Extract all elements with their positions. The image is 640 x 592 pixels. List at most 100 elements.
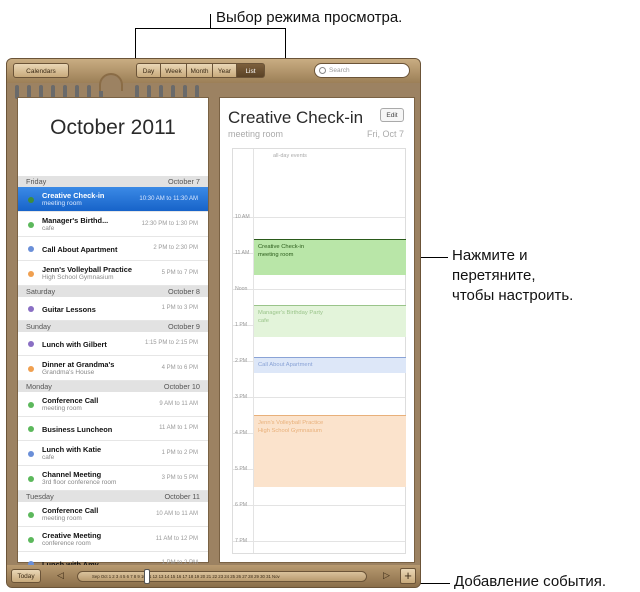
event-time: 1:15 PM to 2:15 PM bbox=[144, 340, 198, 346]
view-mode-switcher: Day Week Month Year List bbox=[136, 63, 265, 78]
calendar-color-dot bbox=[28, 306, 34, 312]
callout-drag-line1: Нажмите и bbox=[452, 247, 528, 264]
list-item[interactable]: Creative Meeting conference room 11 AM to … bbox=[18, 527, 208, 552]
event-block[interactable]: Jenn's Volleyball Practice High School Gy… bbox=[254, 415, 406, 487]
calendar-color-dot bbox=[28, 365, 34, 372]
date-scrubber[interactable]: Sep Oct 1 2 3 4 5 6 7 8 9 10 11 12 13 14… bbox=[77, 571, 367, 582]
list-item[interactable]: Creative Check-in meeting room 10:30 AM to… bbox=[18, 187, 208, 212]
calendar-color-dot bbox=[28, 270, 34, 277]
day-header: Friday October 7 bbox=[18, 176, 208, 187]
event-time: 11 AM to 1 PM bbox=[159, 425, 198, 431]
calendar-color-dot bbox=[28, 196, 34, 203]
day-name: Tuesday bbox=[26, 492, 54, 501]
hour-label: 1 PM bbox=[235, 322, 248, 328]
event-time: 1 PM to 2 PM bbox=[161, 449, 198, 456]
edit-button[interactable]: Edit bbox=[380, 108, 404, 122]
callout-bracket-h bbox=[135, 28, 285, 29]
hour-label: 11 AM bbox=[235, 250, 250, 256]
event-block-location: meeting room bbox=[258, 252, 294, 258]
hour-label: Noon bbox=[235, 286, 248, 292]
callout-line-top-v bbox=[210, 14, 211, 28]
next-arrow-icon[interactable]: ▷ bbox=[383, 570, 390, 581]
month-title: October 2011 bbox=[50, 116, 176, 139]
today-button[interactable]: Today bbox=[11, 569, 41, 583]
day-name: Monday bbox=[26, 382, 52, 391]
event-block-location: cafe bbox=[258, 318, 269, 324]
day-timeline: all-day events 10 AM 11 AM Noon 1 PM 2 PM 3 P… bbox=[232, 148, 406, 554]
event-title: Creative Check-in bbox=[228, 108, 364, 127]
event-time: 10 AM to 11 AM bbox=[156, 510, 198, 517]
event-time: 11 AM to 12 PM bbox=[155, 535, 198, 542]
callout-drag-line3: чтобы настроить. bbox=[452, 287, 574, 304]
calendar-color-dot bbox=[28, 426, 34, 432]
hour-label: 4 PM bbox=[235, 430, 248, 436]
day-date: October 8 bbox=[167, 287, 200, 296]
search-input[interactable]: Search bbox=[314, 63, 410, 78]
event-date: Fri, Oct 7 bbox=[366, 129, 404, 139]
event-list: Friday October 7 Creative Check-in meeting … bbox=[18, 176, 208, 576]
list-item[interactable]: Lunch with Katie cafe 1 PM to 2 PM bbox=[18, 441, 208, 466]
calendar-color-dot bbox=[28, 246, 34, 252]
hour-label: 5 PM bbox=[235, 466, 248, 472]
event-time: 10:30 AM to 11:30 AM bbox=[139, 195, 198, 202]
event-block-title: Creative Check-in bbox=[258, 244, 305, 250]
day-date: October 7 bbox=[167, 177, 200, 186]
hour-label: 3 PM bbox=[235, 394, 248, 400]
day-date: October 11 bbox=[164, 492, 200, 501]
calendars-button-label: Calendars bbox=[26, 68, 56, 75]
day-header: Sunday October 9 bbox=[18, 321, 208, 332]
binder-clasp bbox=[99, 73, 123, 91]
list-item[interactable]: Conference Call meeting room 10 AM to 11 A… bbox=[18, 502, 208, 527]
event-block[interactable]: Call About Apartment bbox=[254, 357, 406, 373]
event-detail-page: Creative Check-in Edit meeting room Fri,… bbox=[219, 97, 415, 563]
list-item[interactable]: Call About Apartment 2 PM to 2:30 PM bbox=[18, 237, 208, 261]
event-time: 4 PM to 6 PM bbox=[161, 364, 198, 371]
calendars-button[interactable]: Calendars bbox=[13, 63, 69, 78]
event-block-title: Manager's Birthday Party bbox=[258, 310, 323, 316]
prev-arrow-icon[interactable]: ◁ bbox=[57, 570, 64, 581]
event-time: 3 PM to 5 PM bbox=[161, 474, 198, 481]
all-day-events-label: all-day events bbox=[273, 153, 307, 159]
hour-line bbox=[233, 217, 405, 218]
timeline-divider bbox=[253, 149, 254, 553]
list-item[interactable]: Manager's Birthd... cafe 12:30 PM to 1:30 … bbox=[18, 212, 208, 237]
day-date: October 9 bbox=[167, 322, 200, 331]
callout-drag: Нажмите и перетяните, чтобы настроить. bbox=[452, 246, 573, 306]
tab-month[interactable]: Month bbox=[186, 63, 213, 78]
event-block[interactable]: Manager's Birthday Party cafe bbox=[254, 305, 406, 337]
list-item[interactable]: Guitar Lessons 1 PM to 3 PM bbox=[18, 297, 208, 321]
event-block-title: Jenn's Volleyball Practice bbox=[258, 420, 324, 426]
list-item[interactable]: Jenn's Volleyball Practice High School Gy… bbox=[18, 261, 208, 286]
bottom-bar: Today ◁ Sep Oct 1 2 3 4 5 6 7 8 9 10 11 … bbox=[7, 565, 420, 587]
list-item[interactable]: Lunch with Gilbert 1:15 PM to 2:15 PM bbox=[18, 332, 208, 356]
scrubber-thumb[interactable] bbox=[144, 569, 150, 584]
search-placeholder: Search bbox=[329, 67, 350, 74]
add-event-button[interactable]: + bbox=[400, 568, 416, 584]
day-header: Saturday October 8 bbox=[18, 286, 208, 297]
tab-year[interactable]: Year bbox=[212, 63, 237, 78]
calendar-color-dot bbox=[28, 341, 34, 347]
list-item[interactable]: Dinner at Grandma's Grandma's House 4 PM t… bbox=[18, 356, 208, 381]
tab-list[interactable]: List bbox=[236, 63, 265, 78]
hour-line bbox=[233, 541, 405, 542]
day-header: Monday October 10 bbox=[18, 381, 208, 392]
day-header: Tuesday October 11 bbox=[18, 491, 208, 502]
tab-day[interactable]: Day bbox=[136, 63, 161, 78]
hour-line bbox=[233, 505, 405, 506]
calendar-app: Calendars Day Week Month Year List Search Oc… bbox=[6, 58, 421, 588]
tab-week[interactable]: Week bbox=[160, 63, 187, 78]
list-item[interactable]: Channel Meeting 3rd floor conference room… bbox=[18, 466, 208, 491]
event-time: 9 AM to 11 AM bbox=[159, 400, 198, 407]
list-item[interactable]: Conference Call meeting room 9 AM to 11 AM bbox=[18, 392, 208, 417]
hour-line bbox=[233, 397, 405, 398]
event-block-location: High School Gymnasium bbox=[258, 428, 322, 434]
list-item[interactable]: Business Luncheon 11 AM to 1 PM bbox=[18, 417, 208, 441]
day-date: October 10 bbox=[163, 382, 200, 391]
calendar-color-dot bbox=[28, 450, 34, 457]
day-name: Saturday bbox=[26, 287, 56, 296]
callout-add-line bbox=[416, 583, 450, 584]
callout-drag-line2: перетяните, bbox=[452, 267, 536, 284]
hour-label: 2 PM bbox=[235, 358, 248, 364]
callout-add: Добавление события. bbox=[454, 573, 607, 590]
event-block[interactable]: Creative Check-in meeting room bbox=[254, 239, 406, 275]
